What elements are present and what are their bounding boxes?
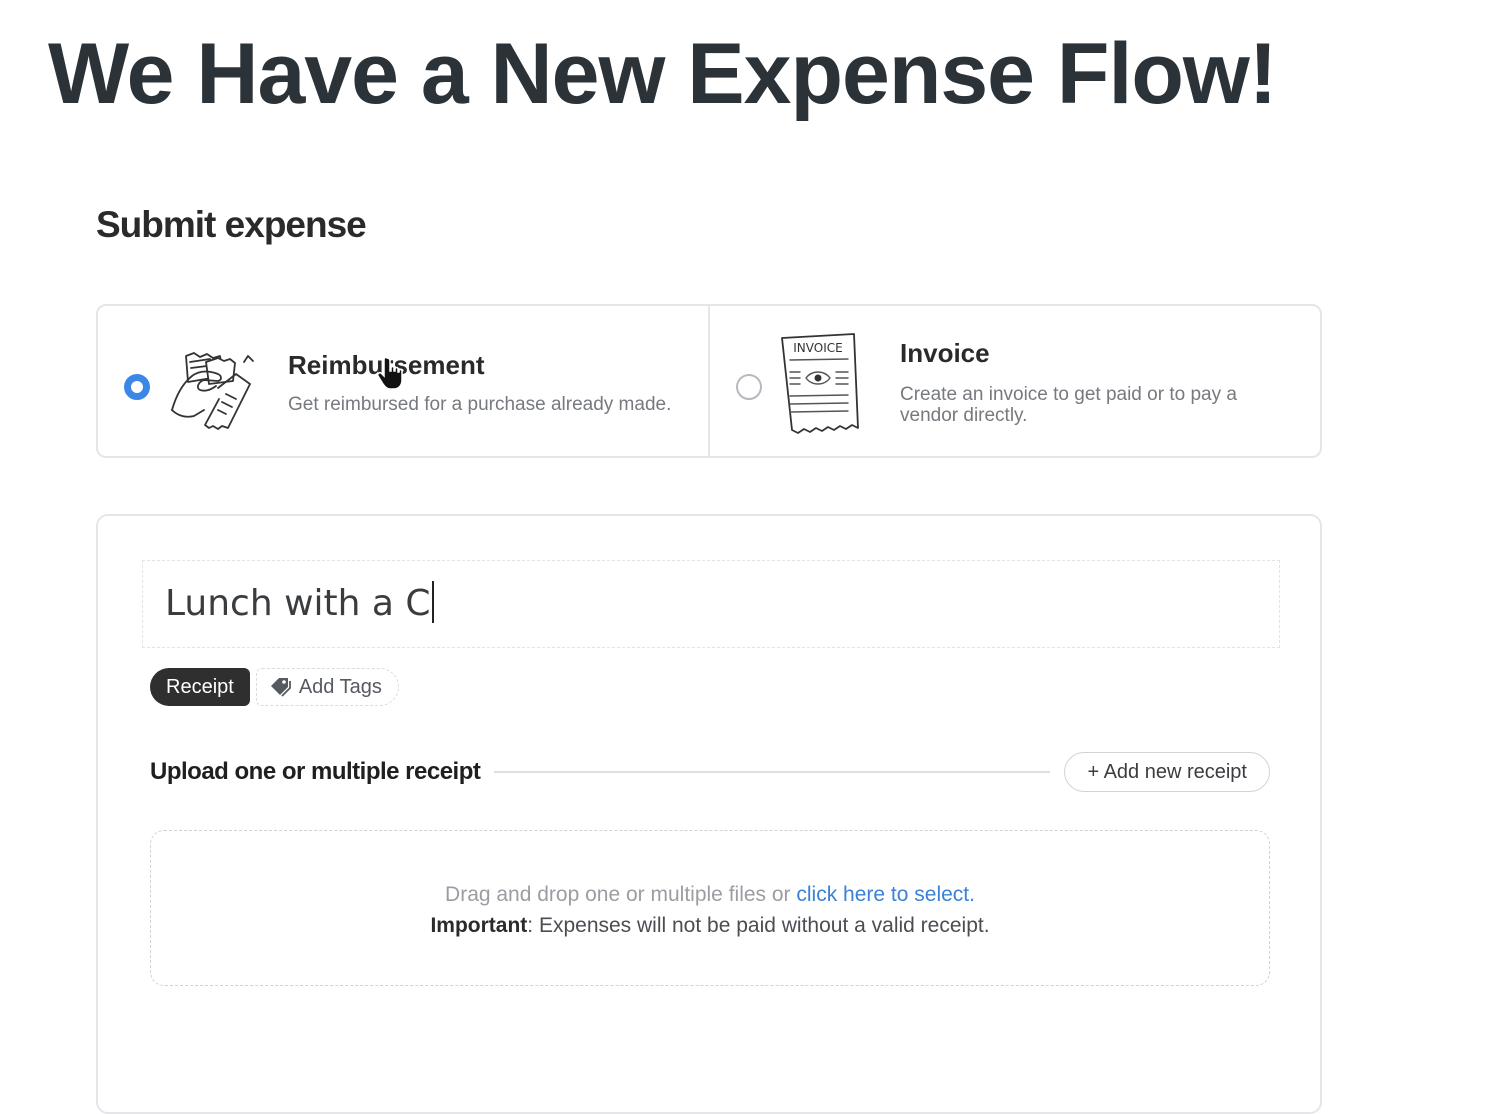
dropzone-instructions: Drag and drop one or multiple files or c… [151, 879, 1269, 910]
expense-form: Lunch with a C Receipt Add Tags Upload o… [96, 514, 1322, 1114]
important-label: Important [430, 914, 528, 937]
upload-header: Upload one or multiple receipt + Add new… [150, 752, 1270, 792]
receipt-dropzone[interactable]: Drag and drop one or multiple files or c… [150, 830, 1270, 986]
dropzone-important-note: Important: Expenses will not be paid wit… [151, 910, 1269, 941]
hand-pointer-icon [378, 356, 403, 390]
headline: We Have a New Expense Flow! [48, 26, 1277, 122]
expense-type-selector: Reimbursement Get reimbursed for a purch… [96, 304, 1322, 458]
invoice-illustration-label: INVOICE [793, 341, 842, 355]
expense-description-input[interactable]: Lunch with a C [142, 560, 1280, 648]
important-text: : Expenses will not be paid without a va… [527, 914, 990, 937]
option-invoice[interactable]: INVOICE Invoice Create an invoice to get… [708, 306, 1320, 456]
page-title: Submit expense [96, 204, 367, 245]
add-tags-label: Add Tags [298, 676, 382, 698]
reimbursement-radio[interactable] [124, 374, 150, 400]
chip-row: Receipt Add Tags [150, 668, 399, 706]
reimbursement-illustration [171, 352, 254, 430]
expense-description-value: Lunch with a C [165, 583, 431, 624]
text-caret [431, 581, 434, 623]
select-files-link[interactable]: click here to select. [796, 883, 975, 906]
add-new-receipt-button[interactable]: + Add new receipt [1064, 752, 1270, 792]
invoice-title: Invoice [900, 338, 990, 368]
divider [494, 771, 1051, 773]
invoice-illustration: INVOICE [781, 333, 859, 434]
dropzone-text: Drag and drop one or multiple files or [445, 883, 797, 906]
upload-title: Upload one or multiple receipt [150, 758, 481, 785]
reimbursement-description: Get reimbursed for a purchase already ma… [288, 394, 672, 415]
expense-type-badge: Receipt [150, 668, 250, 706]
invoice-radio[interactable] [736, 374, 762, 400]
add-tags-button[interactable]: Add Tags [255, 668, 399, 706]
invoice-description: Create an invoice to get paid or to pay … [900, 384, 1237, 426]
tag-icon [270, 678, 291, 697]
